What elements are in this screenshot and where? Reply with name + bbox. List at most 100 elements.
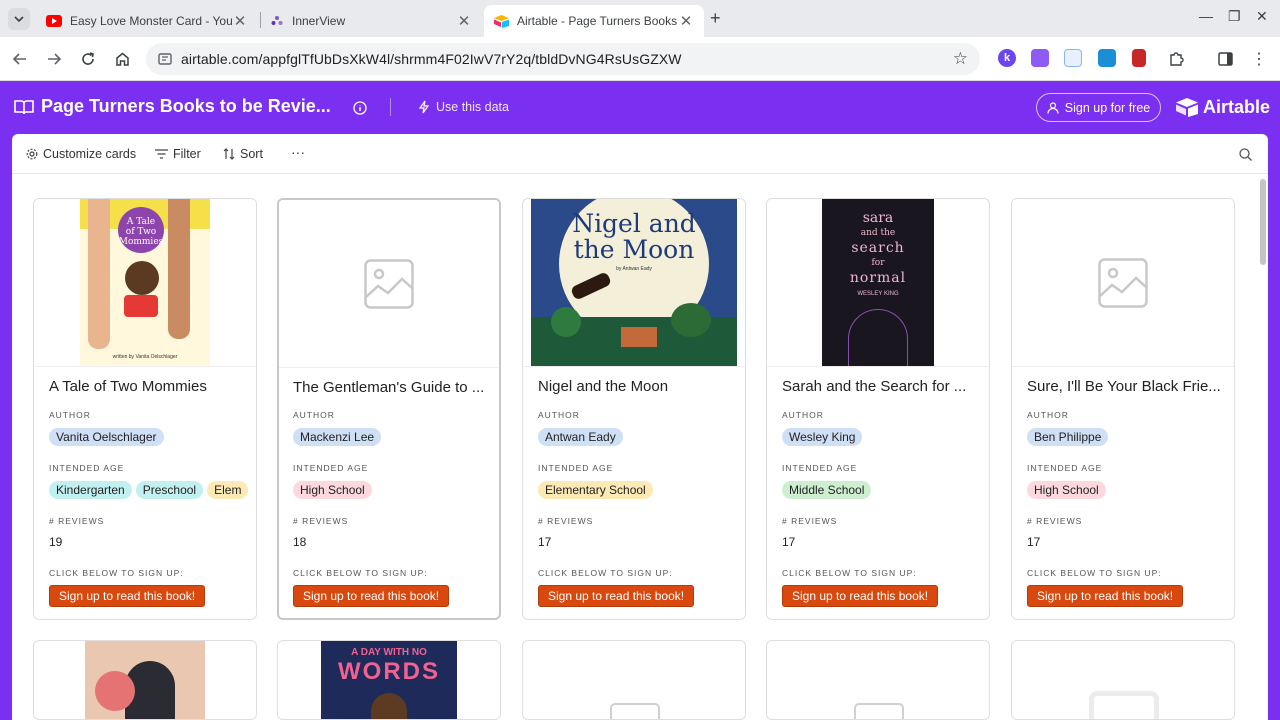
- sign-up-to-read-button[interactable]: Sign up to read this book!: [293, 585, 450, 607]
- author-value: Mackenzi Lee: [293, 428, 493, 446]
- image-placeholder-icon: [854, 703, 904, 719]
- cover-placeholder: [1012, 199, 1234, 367]
- age-values: Elementary School: [538, 481, 738, 499]
- info-icon[interactable]: [353, 101, 367, 115]
- youtube-icon: [46, 15, 62, 27]
- filter-button[interactable]: Filter: [155, 147, 201, 161]
- home-icon[interactable]: [112, 49, 132, 69]
- field-label-author: AUTHOR: [49, 410, 91, 420]
- record-card[interactable]: [522, 640, 746, 720]
- airtable-shared-view: Page Turners Books to be Revie... Use th…: [0, 81, 1280, 720]
- sort-label: Sort: [240, 147, 263, 161]
- menu-kebab-icon[interactable]: ⋮: [1249, 49, 1269, 69]
- record-card[interactable]: Nigel and the Moon by Antwan Eady Nigel a…: [522, 198, 746, 620]
- sign-up-to-read-button[interactable]: Sign up to read this book!: [538, 585, 695, 607]
- side-panel-icon[interactable]: [1215, 49, 1235, 69]
- more-options-button[interactable]: ···: [291, 144, 305, 160]
- close-tab-icon[interactable]: ✕: [232, 12, 248, 30]
- record-card[interactable]: Sure, I'll Be Your Black Frie... AUTHOR …: [1011, 198, 1235, 620]
- site-info-icon[interactable]: [158, 53, 172, 65]
- minimize-icon[interactable]: —: [1199, 8, 1213, 24]
- tab-title: Easy Love Monster Card - YouT: [70, 14, 232, 28]
- field-label-author: AUTHOR: [293, 410, 335, 420]
- extension-translate-icon[interactable]: [1064, 49, 1082, 67]
- airtable-logo-icon: [1176, 98, 1198, 117]
- airtable-logo[interactable]: Airtable: [1176, 97, 1270, 118]
- search-icon[interactable]: [1239, 148, 1252, 161]
- record-card[interactable]: [33, 640, 257, 720]
- cover-image: [85, 641, 205, 719]
- field-label-author: AUTHOR: [1027, 410, 1069, 420]
- book-open-icon: [14, 100, 34, 115]
- field-label-reviews: # REVIEWS: [49, 516, 105, 526]
- sign-up-for-free-button[interactable]: Sign up for free: [1036, 93, 1161, 122]
- close-window-icon[interactable]: ✕: [1256, 8, 1268, 25]
- field-label-age: INTENDED AGE: [293, 463, 369, 473]
- cover-title: Nigel and the Moon: [572, 208, 696, 264]
- record-card[interactable]: [766, 640, 990, 720]
- sort-button[interactable]: Sort: [223, 147, 263, 161]
- field-label-age: INTENDED AGE: [49, 463, 125, 473]
- record-card[interactable]: sara and the search for normal WESLEY KI…: [766, 198, 990, 620]
- scrollbar[interactable]: [1260, 179, 1266, 265]
- field-label-click: CLICK BELOW TO SIGN UP:: [538, 568, 673, 578]
- record-card[interactable]: A DAY WITH NO WORDS: [277, 640, 501, 720]
- field-label-click: CLICK BELOW TO SIGN UP:: [293, 568, 428, 578]
- view-header: Page Turners Books to be Revie... Use th…: [0, 81, 1280, 133]
- restore-icon[interactable]: ❐: [1228, 8, 1241, 25]
- close-tab-icon[interactable]: ✕: [678, 12, 694, 30]
- extension-book-icon[interactable]: [1132, 49, 1146, 67]
- extension-puzzle-purple-icon[interactable]: [1031, 49, 1049, 67]
- tab-innerview[interactable]: InnerView ✕: [260, 5, 482, 37]
- close-tab-icon[interactable]: ✕: [456, 12, 472, 30]
- image-placeholder-icon: [364, 258, 414, 309]
- cover-title: A Tale of Two Mommies: [118, 206, 164, 253]
- age-values: High School: [293, 481, 493, 499]
- address-bar[interactable]: airtable.com/appfglTfUbDsXkW4l/shrmm4F02…: [146, 43, 980, 75]
- age-values: Middle School: [782, 481, 982, 499]
- forward-icon[interactable]: [44, 49, 64, 69]
- airtable-icon: [494, 14, 509, 28]
- sign-up-label: Sign up for free: [1064, 100, 1151, 115]
- cover-image: A Tale of Two Mommies written by Vanita Oe…: [34, 199, 256, 367]
- tab-youtube[interactable]: Easy Love Monster Card - YouT ✕: [36, 5, 258, 37]
- card-title: The Gentleman's Guide to ...: [293, 379, 485, 396]
- tab-title: InnerView: [292, 14, 346, 28]
- author-value: Wesley King: [782, 428, 982, 446]
- author-value: Ben Philippe: [1027, 428, 1227, 446]
- reviews-count: 19: [49, 535, 63, 549]
- lightning-icon: [418, 100, 430, 114]
- sign-up-to-read-button[interactable]: Sign up to read this book!: [1027, 585, 1184, 607]
- extension-k-icon[interactable]: k: [998, 49, 1016, 67]
- extensions-puzzle-icon[interactable]: [1166, 49, 1186, 69]
- field-label-click: CLICK BELOW TO SIGN UP:: [1027, 568, 1162, 578]
- reviews-count: 17: [782, 535, 796, 549]
- bookmark-star-icon[interactable]: ☆: [953, 49, 968, 69]
- record-card[interactable]: The Gentleman's Guide to ... AUTHOR Mack…: [277, 198, 501, 620]
- sort-icon: [223, 148, 235, 160]
- reviews-count: 18: [293, 535, 307, 549]
- customize-cards-button[interactable]: Customize cards: [26, 147, 136, 161]
- tab-search-chevron-icon[interactable]: [8, 8, 30, 30]
- extension-download-icon[interactable]: [1098, 49, 1116, 67]
- card-title: A Tale of Two Mommies: [49, 378, 207, 395]
- reload-icon[interactable]: [78, 49, 98, 69]
- card-title: Nigel and the Moon: [538, 378, 669, 395]
- new-tab-icon[interactable]: +: [710, 8, 721, 29]
- reviews-count: 17: [1027, 535, 1041, 549]
- author-value: Antwan Eady: [538, 428, 738, 446]
- sign-up-to-read-button[interactable]: Sign up to read this book!: [782, 585, 939, 607]
- customize-label: Customize cards: [43, 147, 137, 161]
- sign-up-to-read-button[interactable]: Sign up to read this book!: [49, 585, 206, 607]
- page-title: Page Turners Books to be Revie...: [41, 96, 331, 116]
- back-icon[interactable]: [10, 49, 30, 69]
- use-this-data-button[interactable]: Use this data: [436, 100, 509, 114]
- image-placeholder-icon: [1089, 691, 1159, 719]
- field-label-click: CLICK BELOW TO SIGN UP:: [49, 568, 184, 578]
- age-values: Kindergarten Preschool Elem: [49, 481, 249, 499]
- tab-airtable[interactable]: Airtable - Page Turners Books f ✕: [484, 5, 704, 37]
- record-card[interactable]: A Tale of Two Mommies written by Vanita Oe…: [33, 198, 257, 620]
- cover-placeholder: [279, 200, 499, 368]
- record-card[interactable]: [1011, 640, 1235, 720]
- airtable-logo-text: Airtable: [1203, 97, 1271, 117]
